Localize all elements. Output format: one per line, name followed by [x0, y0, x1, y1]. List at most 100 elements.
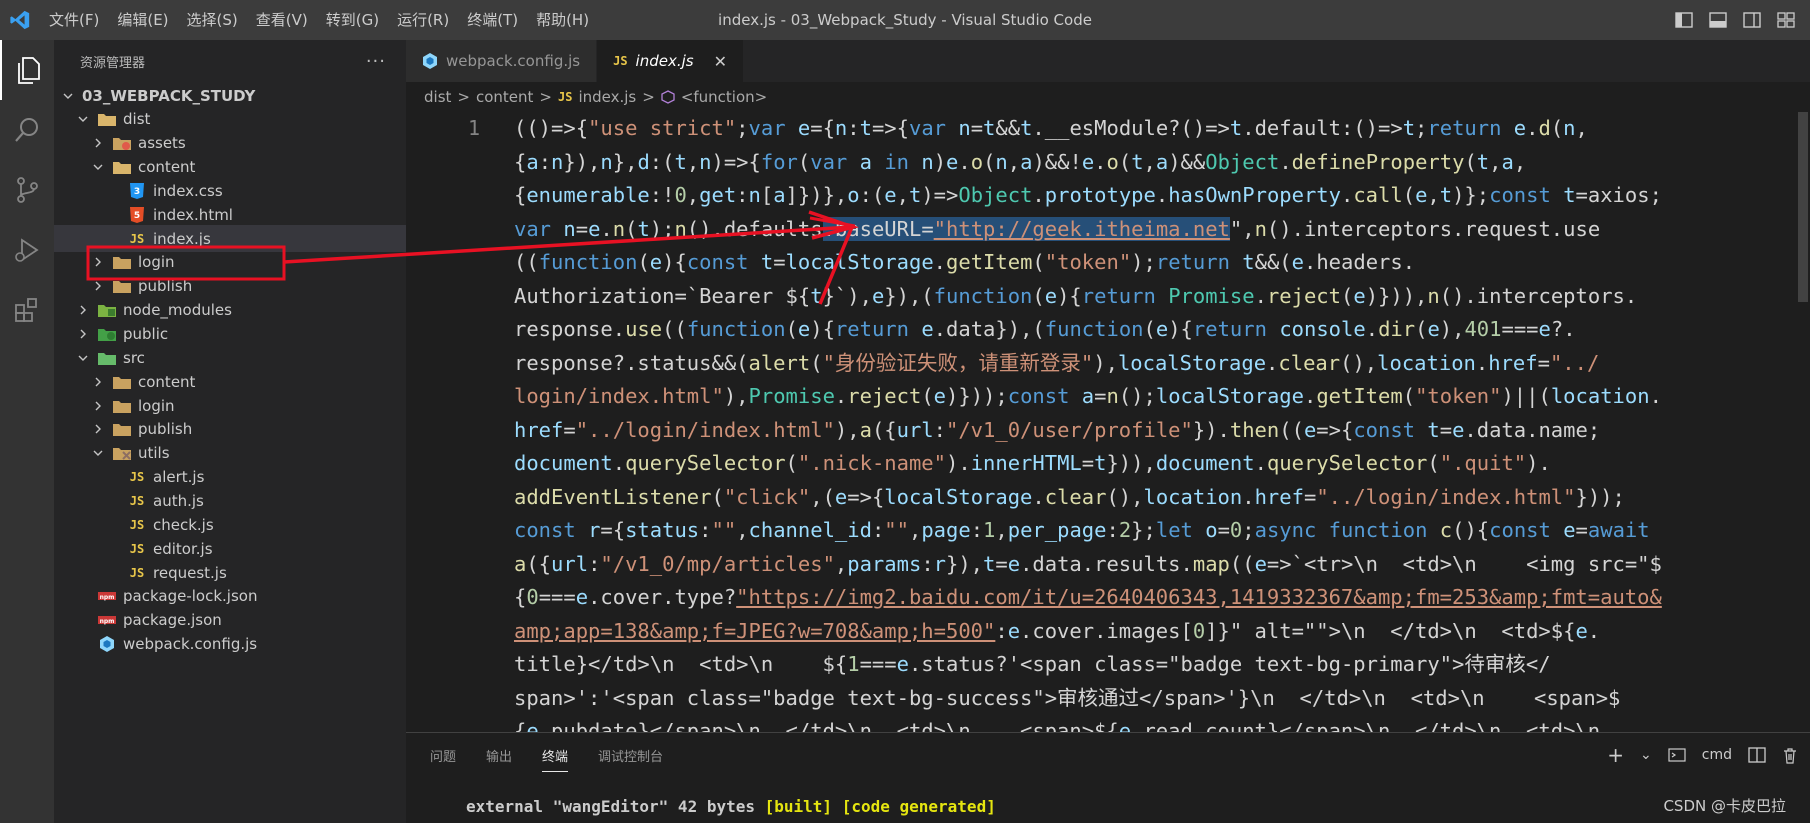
toggle-secondary-sidebar-icon[interactable] — [1742, 10, 1762, 30]
menu-item[interactable]: 选择(S) — [178, 0, 247, 40]
code-token: t — [1476, 149, 1490, 174]
chevron-down-icon[interactable] — [75, 350, 91, 366]
chevron-right-icon[interactable] — [90, 254, 106, 270]
tree-item-label: login — [138, 253, 175, 272]
webpack-icon — [97, 635, 117, 653]
code-token: , — [908, 518, 922, 542]
code-token: , — [686, 149, 700, 174]
chevron-right-icon[interactable] — [90, 398, 106, 414]
breadcrumb-item[interactable]: dist — [424, 88, 451, 106]
code-token: "token" — [1415, 384, 1502, 408]
menu-item[interactable]: 帮助(H) — [527, 0, 598, 40]
code-token: ( — [1402, 183, 1416, 207]
code-token: . — [1365, 317, 1379, 341]
toggle-primary-sidebar-icon[interactable] — [1674, 10, 1694, 30]
code-line: a({url:"/v1_0/mp/articles",params:r}),t=… — [514, 548, 1804, 582]
code-token: alert — [748, 350, 811, 375]
split-terminal-icon[interactable] — [1748, 747, 1766, 763]
chevron-down-icon[interactable]: ⌄ — [1640, 747, 1652, 763]
tab-index-js[interactable]: JS index.js ✕ — [597, 40, 745, 82]
menu-item[interactable]: 终端(T) — [458, 0, 527, 40]
code-token: "" — [884, 518, 909, 542]
tab-webpack-config[interactable]: webpack.config.js — [406, 40, 598, 82]
code-token: ( — [1118, 149, 1132, 174]
chevron-right-icon[interactable] — [75, 326, 91, 342]
terminal-profile-label[interactable]: cmd — [1702, 747, 1732, 763]
panel-tab[interactable]: 问题 — [430, 746, 456, 765]
chevron-right-icon[interactable] — [75, 302, 91, 318]
menu-item[interactable]: 运行(R) — [388, 0, 458, 40]
toggle-panel-icon[interactable] — [1708, 10, 1728, 30]
new-terminal-button[interactable]: + — [1607, 743, 1624, 767]
search-icon[interactable] — [0, 100, 54, 160]
code-token: (( — [1229, 551, 1255, 576]
run-debug-icon[interactable] — [0, 220, 54, 280]
code-token: addEventListener — [514, 484, 712, 509]
scroll-thumb[interactable] — [1798, 112, 1808, 302]
breadcrumb-item[interactable]: index.js — [578, 88, 636, 106]
tree-file[interactable]: webpack.config.js — [54, 631, 406, 658]
editor-scrollbar[interactable] — [1796, 112, 1810, 732]
code-token: ){ — [810, 317, 835, 341]
chevron-down-icon[interactable] — [75, 111, 91, 127]
extensions-icon[interactable] — [0, 280, 54, 340]
menu-item[interactable]: 转到(G) — [317, 0, 388, 40]
code-token: .status?'<span class="badge text-bg-prim… — [908, 652, 1551, 676]
code-token: , — [995, 518, 1008, 542]
close-icon[interactable]: ✕ — [714, 52, 727, 71]
menu-item[interactable]: 编辑(E) — [108, 0, 177, 40]
breadcrumb-item[interactable]: <function> — [681, 88, 767, 106]
function-symbol-icon — [661, 90, 675, 104]
chevron-down-icon[interactable] — [60, 88, 76, 104]
files-icon[interactable] — [0, 40, 54, 100]
code-token: ), — [1439, 317, 1465, 341]
code-token: per_page — [1007, 518, 1107, 542]
code-token: r — [933, 551, 946, 576]
code-token: , — [834, 551, 848, 576]
code-token: ( — [921, 384, 934, 408]
customize-layout-icon[interactable] — [1776, 10, 1796, 30]
panel-tab[interactable]: 输出 — [486, 746, 512, 765]
more-actions-icon[interactable]: ··· — [366, 51, 386, 72]
code-token: : — [1106, 518, 1119, 542]
activity-bar — [0, 40, 54, 823]
trash-icon[interactable] — [1782, 747, 1798, 764]
panel-tab[interactable]: 调试控制台 — [598, 746, 663, 765]
chevron-right-icon[interactable] — [90, 135, 106, 151]
code-token: : — [933, 417, 946, 442]
code-token: =>{ — [1316, 417, 1354, 442]
chevron-right-icon[interactable] — [90, 421, 106, 437]
panel-tab[interactable]: 终端 — [542, 746, 569, 772]
chevron-down-icon[interactable] — [90, 445, 106, 461]
menu-item[interactable]: 查看(V) — [247, 0, 317, 40]
code-content[interactable]: (()=>{"use strict";var e={n:t=>{var n=t&… — [514, 112, 1804, 732]
svg-text:5: 5 — [134, 211, 140, 221]
chevron-right-icon[interactable] — [90, 278, 106, 294]
chevron-down-icon[interactable] — [90, 159, 106, 175]
menu-item[interactable]: 文件(F) — [40, 0, 108, 40]
code-token: n — [612, 216, 626, 241]
code-token: c — [1439, 518, 1453, 542]
code-token: ({ — [871, 417, 897, 442]
code-token: t — [1229, 116, 1243, 140]
code-editor[interactable]: 1 (()=>{"use strict";var e={n:t=>{var n=… — [406, 112, 1810, 732]
code-token: n — [699, 149, 712, 174]
code-token: 1 — [983, 518, 996, 542]
code-token: ".quit" — [1439, 451, 1527, 475]
breadcrumb-item[interactable]: content — [476, 88, 533, 106]
source-control-icon[interactable] — [0, 160, 54, 220]
folder-src-icon — [97, 349, 117, 367]
code-token: Object — [958, 183, 1033, 207]
code-token: location — [1377, 350, 1476, 375]
chevron-right-icon[interactable] — [90, 374, 106, 390]
code-token: const — [1489, 183, 1551, 207]
js-icon: JS — [129, 517, 145, 532]
code-token: var — [908, 116, 947, 140]
code-token: d — [637, 149, 650, 174]
